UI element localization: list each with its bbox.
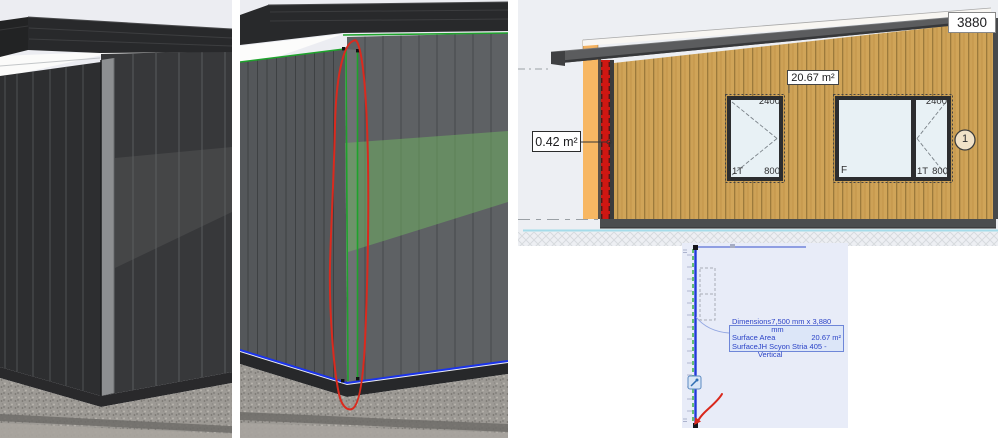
elevation-drawing (518, 0, 998, 246)
window-left-width-label: 2400 (758, 96, 780, 107)
render-view-plain[interactable] (0, 0, 232, 438)
wall-area-label[interactable]: 20.67 m² (787, 70, 839, 85)
window-right-fixed-tag: F (841, 165, 848, 176)
render-view-selection[interactable] (240, 0, 508, 438)
archicad-workspace: 0.42 m² 20.67 m² 3880 2400 800 1T 2400 1… (0, 0, 998, 438)
tooltip-row: Dimensions 7,500 mm x 3,880 mm (732, 316, 841, 335)
elevation-marker-label: 1 (961, 133, 969, 145)
ground-line-cyan (523, 229, 998, 232)
corner-trim (100, 58, 115, 396)
window-right-height-label: 800 (932, 166, 948, 177)
tooltip-label: Dimensions (732, 316, 772, 326)
roof-dimension-label[interactable]: 3880 (948, 12, 996, 33)
base-slab (600, 219, 996, 229)
window-left-height-label: 800 (764, 166, 780, 177)
plan-view[interactable]: Dimensions 7,500 mm x 3,880 mm Surface A… (682, 243, 848, 428)
trim-area-label[interactable]: 0.42 m² (532, 131, 581, 152)
window-left-tag: 1T (732, 166, 744, 177)
tooltip-value: JH Scyon Stria 405 - Vertical (757, 341, 827, 359)
elevation-view[interactable]: 0.42 m² 20.67 m² 3880 2400 800 1T 2400 1… (518, 0, 998, 246)
red-annotation-arrow-icon (694, 393, 723, 425)
tooltip-row: Surface JH Scyon Stria 405 - Vertical (732, 341, 841, 360)
plan-node-square (730, 244, 735, 248)
wall-right-face (101, 51, 232, 396)
opening-dashed-outline (699, 267, 716, 321)
element-info-tooltip: Dimensions 7,500 mm x 3,880 mm Surface A… (729, 317, 844, 359)
tooltip-leader (695, 316, 730, 334)
selected-trim-strip[interactable] (601, 60, 610, 219)
window-right-width-label: 2400 (925, 96, 947, 107)
wall-left-face (0, 62, 101, 396)
tooltip-label: Surface (732, 341, 758, 351)
dimension-ticks (683, 249, 692, 422)
tooltip-value: 7,500 mm x 3,880 mm (771, 316, 832, 335)
pointer-badge-icon (687, 375, 702, 390)
